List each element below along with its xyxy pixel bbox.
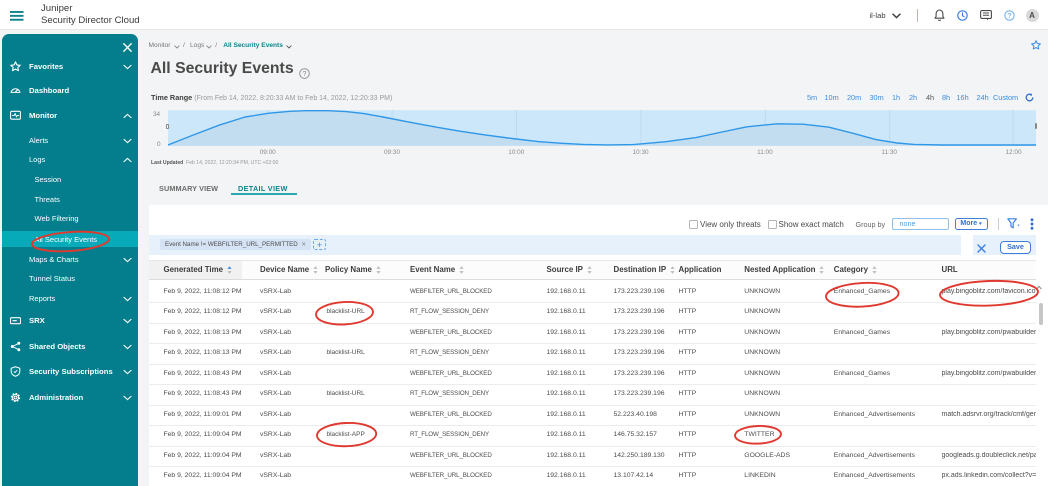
svg-text:?: ? xyxy=(1007,13,1011,20)
svg-text:?: ? xyxy=(302,71,306,78)
